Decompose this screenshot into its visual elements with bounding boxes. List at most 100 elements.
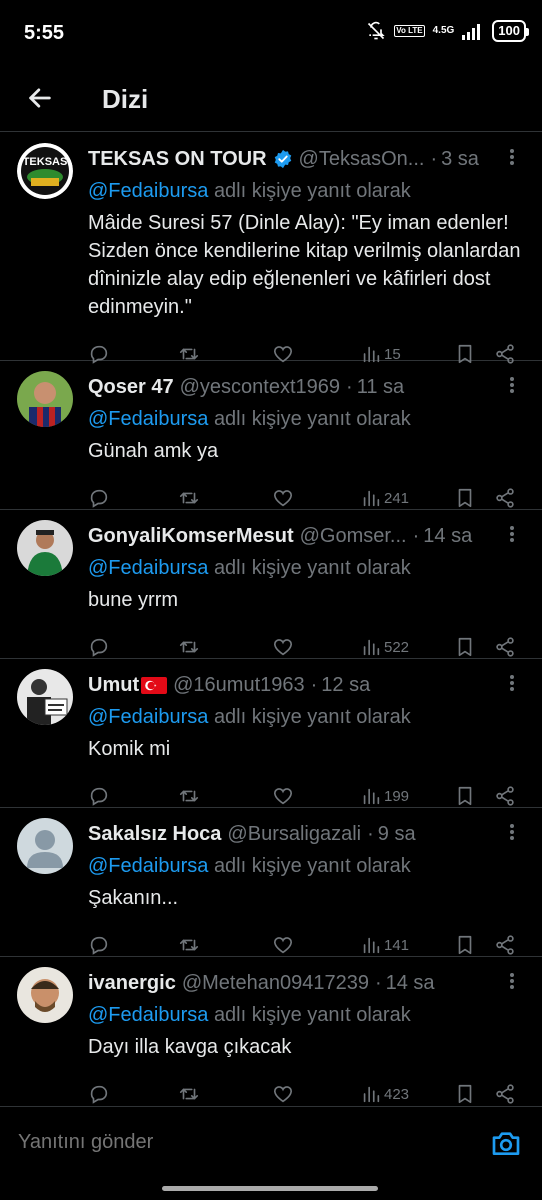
author-handle[interactable]: @Gomser... xyxy=(300,525,407,548)
author-name[interactable]: ivanergic xyxy=(88,972,176,995)
author-handle[interactable]: @16umut1963 xyxy=(173,674,305,697)
bookmark-button[interactable] xyxy=(454,636,476,658)
tweet-text: bune yrrm xyxy=(88,589,179,611)
bookmark-icon xyxy=(458,1084,472,1104)
tweet-time[interactable]: 11 sa xyxy=(357,376,404,399)
reply-button[interactable] xyxy=(88,636,110,658)
tweet[interactable]: Umut @16umut1963 · 12 sa @Fedaibursa adl… xyxy=(0,659,542,808)
separator-dot: · xyxy=(430,147,438,170)
author-name[interactable]: Qoser 47 xyxy=(88,376,174,399)
volte-indicator: Vo LTE xyxy=(394,25,425,37)
reply-mention-link[interactable]: @Fedaibursa xyxy=(88,557,208,579)
more-options-button[interactable] xyxy=(502,147,522,167)
page-title: Dizi xyxy=(102,84,149,114)
reply-button[interactable] xyxy=(88,1083,110,1105)
share-button[interactable] xyxy=(494,934,516,956)
tweet-time[interactable]: 14 sa xyxy=(423,525,472,548)
like-button[interactable] xyxy=(272,785,294,807)
tweet[interactable]: Qoser 47 @yescontext1969 · 11 sa @Fedaib… xyxy=(0,361,542,510)
avatar[interactable] xyxy=(17,371,73,427)
author-handle[interactable]: @yescontext1969 xyxy=(180,376,340,399)
tweet-time[interactable]: 3 sa xyxy=(441,148,479,171)
views-button[interactable]: 423 xyxy=(360,1083,409,1105)
views-button[interactable]: 141 xyxy=(360,934,409,956)
camera-icon xyxy=(492,1132,520,1155)
reply-button[interactable] xyxy=(88,785,110,807)
reply-mention-link[interactable]: @Fedaibursa xyxy=(88,408,208,430)
reply-context-text: adlı kişiye yanıt olarak xyxy=(213,706,411,728)
bookmark-button[interactable] xyxy=(454,487,476,509)
retweet-button[interactable] xyxy=(178,636,200,658)
views-button[interactable]: 522 xyxy=(360,636,409,658)
reply-context: @Fedaibursa adlı kişiye yanıt olarak xyxy=(88,706,526,729)
share-icon xyxy=(496,935,514,955)
status-bar: 5:55 Vo LTE 4.5G 100 xyxy=(0,0,542,66)
views-button[interactable]: 199 xyxy=(360,785,409,807)
avatar[interactable] xyxy=(17,669,73,725)
share-button[interactable] xyxy=(494,1083,516,1105)
reply-button[interactable] xyxy=(88,487,110,509)
bookmark-button[interactable] xyxy=(454,1083,476,1105)
separator-dot: · xyxy=(310,673,318,696)
retweet-button[interactable] xyxy=(178,487,200,509)
tweet-time[interactable]: 12 sa xyxy=(321,674,370,697)
tweet[interactable]: Sakalsız Hoca @Bursaligazali · 9 sa @Fed… xyxy=(0,808,542,957)
thread-feed: TEKSAS TEKSAS ON TOUR @TeksasOn... · 3 s… xyxy=(0,133,542,1106)
camera-button[interactable] xyxy=(490,1127,522,1159)
reply-context-text: adlı kişiye yanıt olarak xyxy=(213,180,411,202)
reply-mention-link[interactable]: @Fedaibursa xyxy=(88,706,208,728)
share-button[interactable] xyxy=(494,785,516,807)
reply-mention-link[interactable]: @Fedaibursa xyxy=(88,180,208,202)
bookmark-button[interactable] xyxy=(454,934,476,956)
like-button[interactable] xyxy=(272,487,294,509)
reply-mention-link[interactable]: @Fedaibursa xyxy=(88,855,208,877)
avatar[interactable]: TEKSAS xyxy=(17,143,73,199)
author-name[interactable]: TEKSAS ON TOUR xyxy=(88,148,267,171)
author-handle[interactable]: @Metehan09417239 xyxy=(182,972,369,995)
share-button[interactable] xyxy=(494,636,516,658)
reply-context: @Fedaibursa adlı kişiye yanıt olarak xyxy=(88,557,526,580)
tweet-time[interactable]: 9 sa xyxy=(378,823,416,846)
retweet-icon xyxy=(179,790,199,802)
more-options-button[interactable] xyxy=(502,524,522,544)
author-name[interactable]: Umut xyxy=(88,674,139,697)
author-name[interactable]: GonyaliKomserMesut xyxy=(88,525,294,548)
avatar[interactable] xyxy=(17,520,73,576)
author-handle[interactable]: @Bursaligazali xyxy=(227,823,361,846)
author-handle[interactable]: @TeksasOn... xyxy=(299,148,425,171)
more-options-button[interactable] xyxy=(502,971,522,991)
reply-mention-link[interactable]: @Fedaibursa xyxy=(88,1004,208,1026)
retweet-button[interactable] xyxy=(178,934,200,956)
tweet[interactable]: GonyaliKomserMesut @Gomser... · 14 sa @F… xyxy=(0,510,542,659)
reply-input[interactable] xyxy=(18,1131,438,1154)
share-button[interactable] xyxy=(494,487,516,509)
avatar[interactable] xyxy=(17,967,73,1023)
like-button[interactable] xyxy=(272,934,294,956)
tweet[interactable]: TEKSAS TEKSAS ON TOUR @TeksasOn... · 3 s… xyxy=(0,133,542,364)
reply-icon xyxy=(90,638,108,657)
home-indicator[interactable] xyxy=(162,1186,378,1191)
views-button[interactable]: 241 xyxy=(360,487,409,509)
author-name[interactable]: Sakalsız Hoca xyxy=(88,823,221,846)
retweet-icon xyxy=(179,1088,199,1100)
more-options-button[interactable] xyxy=(502,375,522,395)
retweet-button[interactable] xyxy=(178,785,200,807)
bar-chart-icon xyxy=(363,1086,380,1103)
tweet[interactable]: ivanergic @Metehan09417239 · 14 sa @Feda… xyxy=(0,957,542,1106)
reply-button[interactable] xyxy=(88,934,110,956)
more-options-button[interactable] xyxy=(502,673,522,693)
svg-text:TEKSAS: TEKSAS xyxy=(23,156,68,168)
like-button[interactable] xyxy=(272,1083,294,1105)
more-options-button[interactable] xyxy=(502,822,522,842)
separator-dot: · xyxy=(374,971,382,994)
bookmark-button[interactable] xyxy=(454,785,476,807)
tweet-text: Şakanın... xyxy=(88,887,179,909)
views-count: 141 xyxy=(384,936,410,954)
tweet-time[interactable]: 14 sa xyxy=(386,972,435,995)
signal-icon xyxy=(462,24,481,40)
avatar[interactable] xyxy=(17,818,73,874)
reply-icon xyxy=(90,1085,108,1104)
like-button[interactable] xyxy=(272,636,294,658)
back-button[interactable] xyxy=(22,80,58,116)
retweet-button[interactable] xyxy=(178,1083,200,1105)
